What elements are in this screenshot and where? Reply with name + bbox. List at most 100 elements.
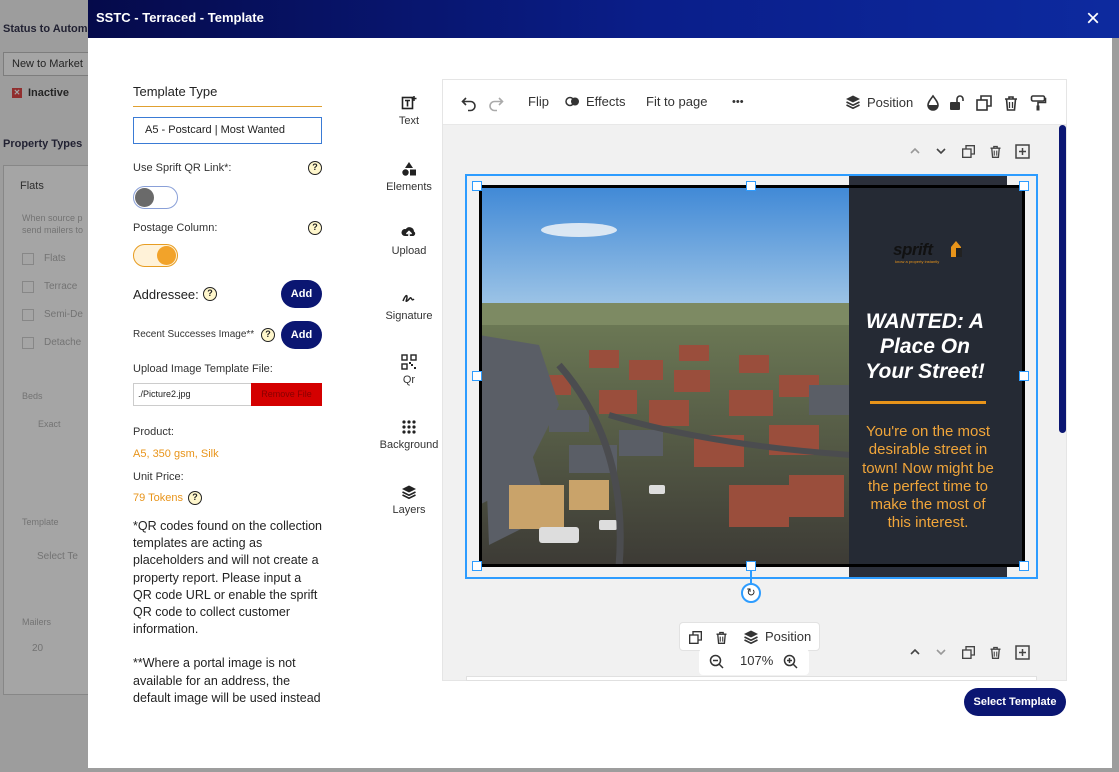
effects-button[interactable]: Effects [565, 94, 626, 109]
resize-handle[interactable] [746, 561, 756, 571]
editor-toolbar: Flip Effects Fit to page ••• Position [443, 80, 1066, 125]
delete-page-icon[interactable] [988, 645, 1003, 663]
help-icon[interactable]: ? [188, 491, 202, 505]
rail-label: Background [379, 439, 439, 451]
divider [133, 106, 322, 107]
position-label: Position [867, 94, 914, 110]
recent-successes-label: Recent Successes Image** [133, 329, 255, 340]
product-label: Product: [133, 426, 174, 438]
rotate-stem [750, 571, 752, 583]
postage-toggle[interactable] [133, 244, 178, 267]
help-icon[interactable]: ? [308, 221, 322, 235]
resize-handle[interactable] [746, 181, 756, 191]
rotate-icon[interactable]: ↻ [741, 583, 761, 603]
add-addressee-button[interactable]: Add [281, 280, 322, 308]
qr-note: *QR codes found on the collection templa… [133, 519, 323, 637]
redo-icon[interactable] [487, 94, 505, 112]
layers-icon [846, 95, 860, 110]
portal-note: **Where a portal image is not available … [133, 656, 321, 705]
delete-page-icon[interactable] [988, 144, 1003, 162]
toggle-knob [157, 246, 176, 265]
shapes-icon [402, 162, 416, 176]
help-icon[interactable]: ? [203, 287, 217, 301]
template-type-select[interactable]: A5 - Postcard | Most Wanted [133, 117, 322, 144]
selection-box [465, 174, 1038, 579]
page-down-icon[interactable] [935, 646, 947, 661]
unit-price-value: 79 Tokens [133, 492, 183, 504]
zoom-level: 107% [740, 653, 774, 668]
remove-file-button[interactable]: Remove File [251, 383, 322, 406]
product-value: A5, 350 gsm, Silk [133, 448, 219, 460]
rail-label: Qr [402, 374, 416, 386]
rail-text[interactable]: Text [373, 95, 445, 127]
element-floating-bar: Position [679, 622, 820, 651]
rail-layers[interactable]: Layers [373, 484, 445, 516]
resize-handle[interactable] [1019, 371, 1029, 381]
unit-price-label: Unit Price: [133, 471, 184, 483]
scrollbar[interactable] [1059, 125, 1066, 433]
qr-icon [401, 354, 417, 370]
rail-upload[interactable]: Upload [373, 225, 445, 257]
page-up-icon[interactable] [909, 145, 921, 160]
zoom-control: 107% [699, 649, 809, 675]
layers-icon [402, 485, 416, 500]
duplicate-page-icon[interactable] [961, 645, 976, 663]
resize-handle[interactable] [1019, 561, 1029, 571]
file-input[interactable]: ./Picture2.jpg [133, 383, 251, 406]
rail-label: Elements [386, 181, 432, 193]
qr-link-label: Use Sprift QR Link*: [133, 162, 232, 174]
notes: *QR codes found on the collection templa… [133, 518, 323, 707]
page-down-icon[interactable] [935, 145, 947, 160]
rail-background[interactable]: Background [373, 419, 445, 451]
position-button[interactable]: Position [765, 629, 811, 644]
resize-handle[interactable] [1019, 181, 1029, 191]
rail-qr[interactable]: Qr [373, 354, 445, 386]
add-recent-image-button[interactable]: Add [281, 321, 322, 349]
help-icon[interactable]: ? [308, 161, 322, 175]
rail-signature[interactable]: Signature [373, 290, 445, 322]
duplicate-icon[interactable] [688, 630, 703, 645]
rail-label: Signature [385, 310, 433, 322]
zoom-in-icon[interactable] [783, 654, 798, 669]
more-options-icon[interactable]: ••• [732, 96, 744, 108]
help-icon[interactable]: ? [261, 328, 275, 342]
format-paint-icon[interactable] [1029, 94, 1047, 112]
rail-label: Layers [392, 504, 426, 516]
upload-cloud-icon [401, 227, 416, 240]
select-template-button[interactable]: Select Template [964, 688, 1066, 716]
toggle-knob [135, 188, 154, 207]
close-icon[interactable]: × [1080, 6, 1106, 32]
effects-label: Effects [586, 94, 626, 109]
add-page-icon[interactable] [1015, 144, 1030, 162]
trash-icon[interactable] [714, 630, 729, 645]
signature-icon [402, 294, 415, 302]
flip-button[interactable]: Flip [528, 94, 549, 109]
grid-dots-icon [402, 420, 416, 434]
duplicate-icon[interactable] [975, 94, 993, 112]
rail-label: Upload [391, 245, 427, 257]
effects-icon [565, 96, 579, 107]
rail-label: Text [398, 115, 420, 127]
unlock-icon[interactable] [948, 94, 966, 112]
modal-title: SSTC - Terraced - Template [96, 10, 264, 25]
position-button[interactable]: Position [845, 94, 913, 110]
text-icon [401, 96, 417, 110]
next-page-preview[interactable] [466, 676, 1037, 681]
page-up-icon[interactable] [909, 646, 921, 661]
resize-handle[interactable] [472, 561, 482, 571]
resize-handle[interactable] [472, 371, 482, 381]
qr-link-toggle[interactable] [133, 186, 178, 209]
template-type-label: Template Type [133, 84, 218, 99]
zoom-out-icon[interactable] [709, 654, 724, 669]
resize-handle[interactable] [472, 181, 482, 191]
fit-to-page-button[interactable]: Fit to page [646, 94, 707, 109]
addressee-label: Addressee: [133, 287, 199, 302]
rail-elements[interactable]: Elements [373, 161, 445, 193]
upload-label: Upload Image Template File: [133, 363, 273, 375]
trash-icon[interactable] [1002, 94, 1020, 112]
duplicate-page-icon[interactable] [961, 144, 976, 162]
add-page-icon[interactable] [1015, 645, 1030, 663]
undo-icon[interactable] [460, 94, 478, 112]
layers-icon [744, 630, 758, 645]
opacity-drop-icon[interactable] [924, 94, 942, 112]
